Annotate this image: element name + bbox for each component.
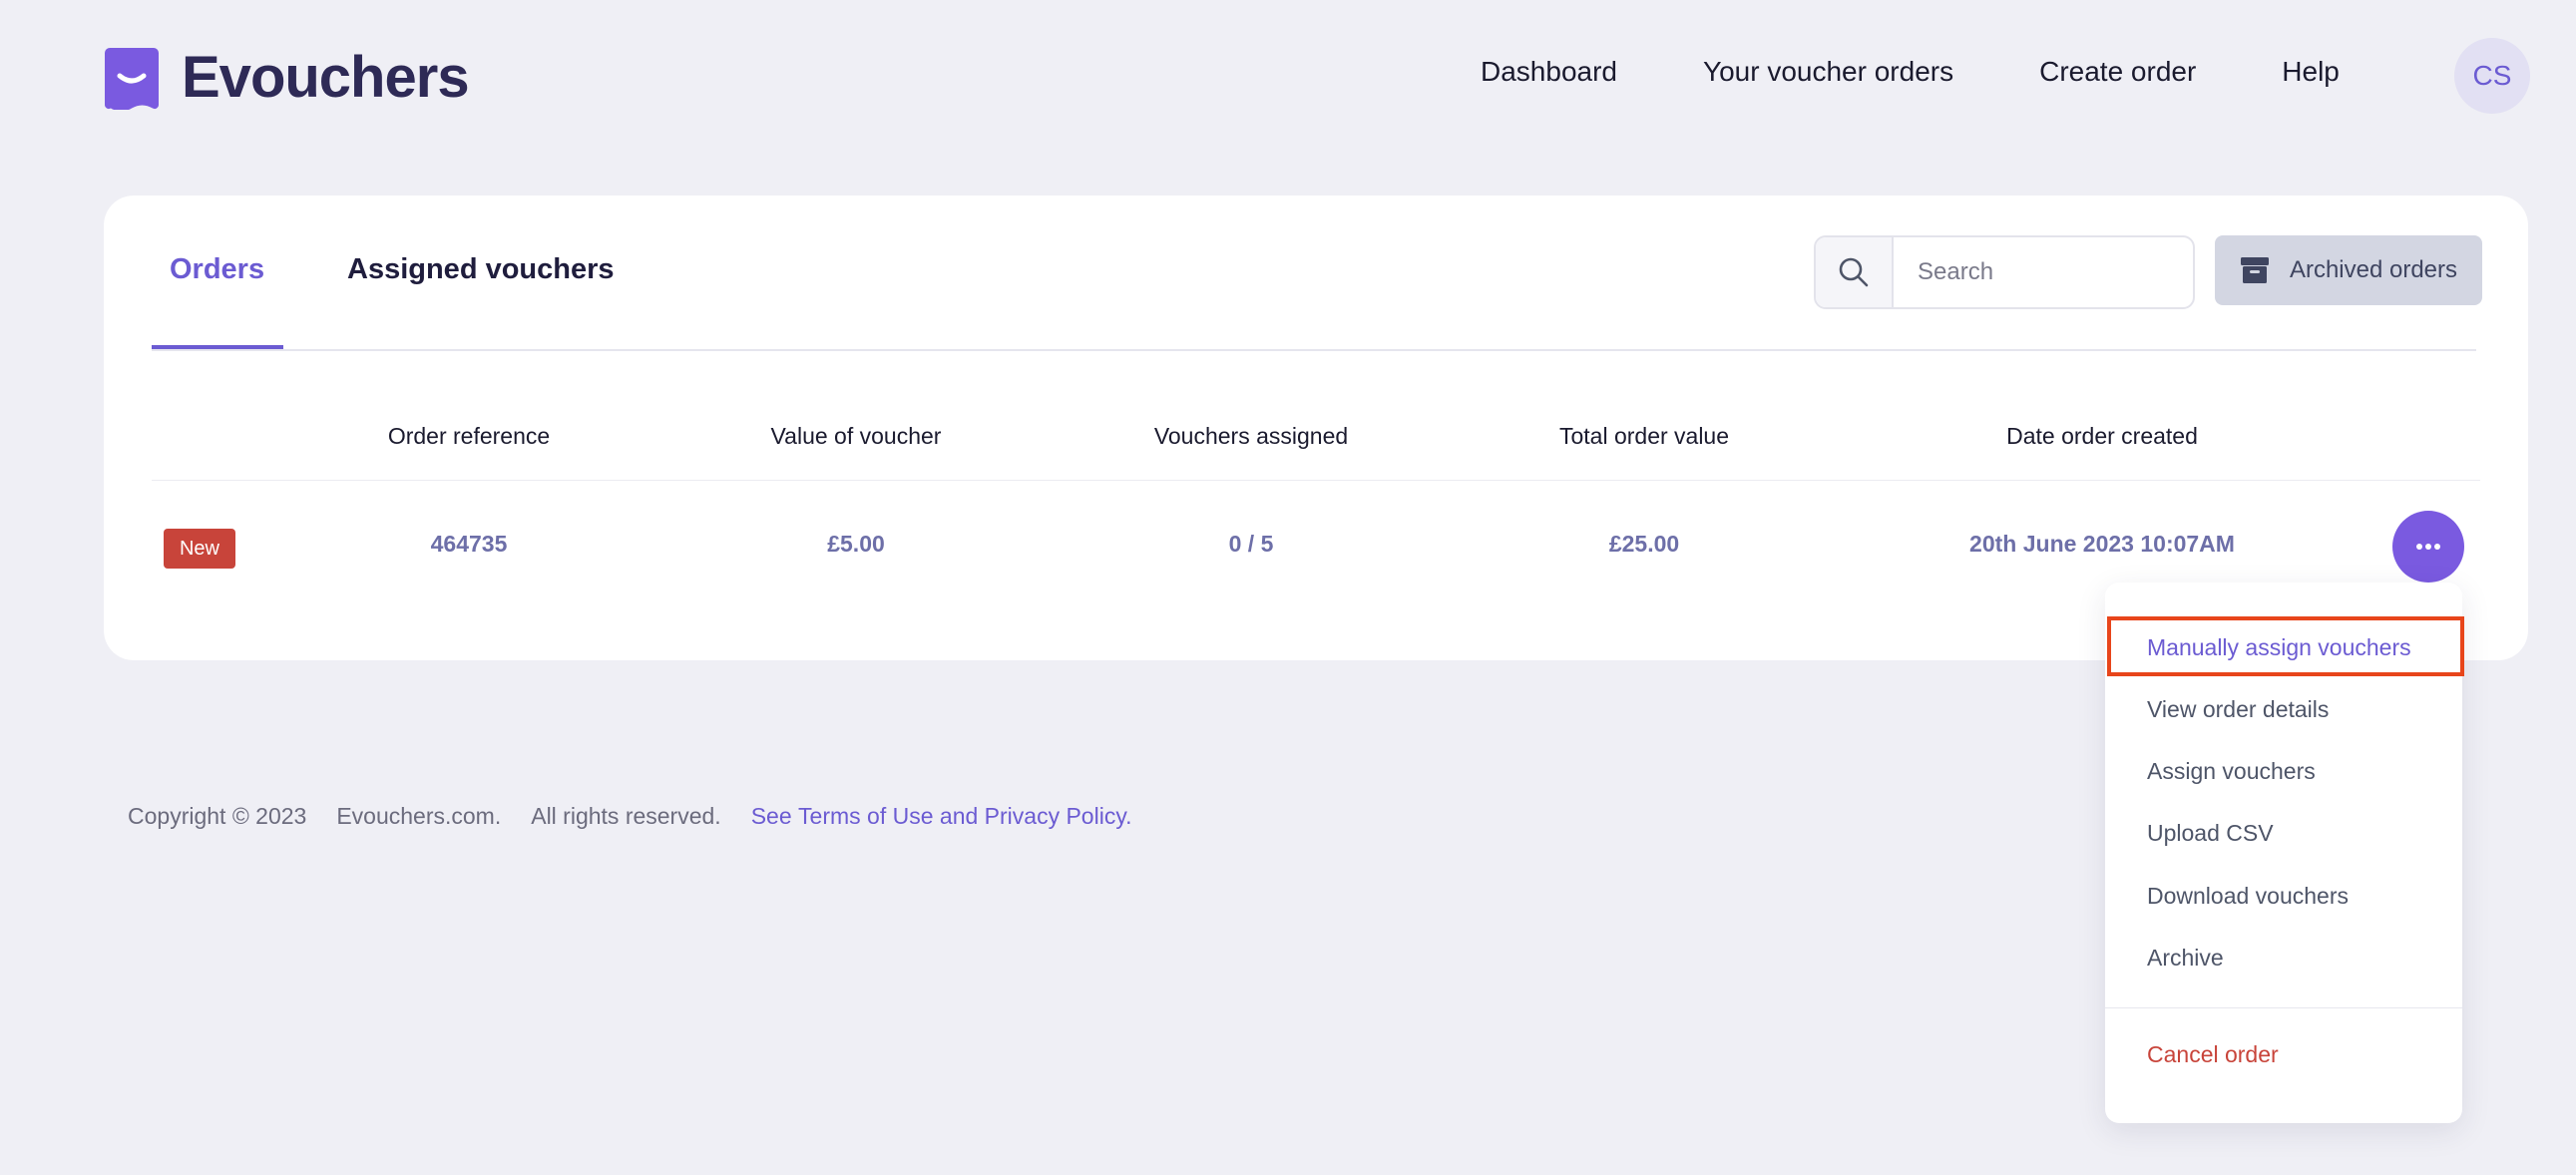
logo[interactable]: Evouchers <box>104 44 470 111</box>
highlight-box <box>2107 616 2464 676</box>
col-date-order-created: Date order created <box>2006 423 2198 449</box>
evouchers-logo-icon <box>104 47 160 110</box>
menu-assign-vouchers[interactable]: Assign vouchers <box>2147 758 2316 785</box>
menu-archive[interactable]: Archive <box>2147 945 2224 972</box>
brand-name: Evouchers <box>182 45 470 110</box>
status-badge: New <box>164 529 235 569</box>
footer-period: . <box>1125 803 1132 829</box>
search-input[interactable] <box>1894 237 2189 307</box>
nav-dashboard[interactable]: Dashboard <box>1481 56 1617 88</box>
top-nav: Dashboard Your voucher orders Create ord… <box>1481 56 2340 88</box>
tab-assigned-vouchers[interactable]: Assigned vouchers <box>347 253 615 286</box>
header-divider <box>152 480 2480 481</box>
archived-orders-button[interactable]: Archived orders <box>2215 235 2482 305</box>
col-vouchers-assigned: Vouchers assigned <box>1153 423 1349 449</box>
footer-site: Evouchers.com. <box>336 803 502 829</box>
footer-see: See Terms of Use and Privacy Policy. <box>751 803 1132 830</box>
row-actions-button[interactable] <box>2392 511 2464 583</box>
privacy-policy-link[interactable]: Privacy Policy <box>985 803 1125 829</box>
nav-voucher-orders[interactable]: Your voucher orders <box>1703 56 1953 88</box>
search-box <box>1814 235 2195 309</box>
footer-rights: All rights reserved. <box>531 803 721 829</box>
nav-create-order[interactable]: Create order <box>2039 56 2196 88</box>
footer: Copyright © 2023 Evouchers.com. All righ… <box>128 803 1132 830</box>
active-tab-indicator <box>152 345 283 349</box>
more-horizontal-icon <box>2416 544 2440 550</box>
menu-view-order-details[interactable]: View order details <box>2147 696 2329 723</box>
user-avatar[interactable]: CS <box>2454 38 2530 114</box>
archived-orders-label: Archived orders <box>2289 256 2458 283</box>
menu-download-vouchers[interactable]: Download vouchers <box>2147 883 2349 910</box>
order-reference-cell[interactable]: 464735 <box>431 531 508 558</box>
nav-help[interactable]: Help <box>2282 56 2340 88</box>
menu-upload-csv[interactable]: Upload CSV <box>2147 820 2274 847</box>
col-total-order-value: Total order value <box>1558 423 1730 449</box>
total-order-value-cell: £25.00 <box>1608 531 1680 557</box>
vouchers-assigned-cell: 0 / 5 <box>1228 531 1274 557</box>
value-of-voucher-cell: £5.00 <box>827 531 885 557</box>
tab-orders[interactable]: Orders <box>170 253 264 286</box>
archive-box-icon <box>2240 257 2269 283</box>
search-button[interactable] <box>1816 237 1894 307</box>
footer-see-text: See <box>750 803 792 829</box>
date-created-cell: 20th June 2023 10:07AM <box>1969 531 2235 557</box>
menu-cancel-order[interactable]: Cancel order <box>2147 1041 2279 1068</box>
terms-of-use-link[interactable]: Terms of Use <box>798 803 933 829</box>
col-order-reference: Order reference <box>387 423 551 449</box>
menu-divider <box>2105 1007 2462 1008</box>
search-icon <box>1839 257 1869 287</box>
col-value-of-voucher: Value of voucher <box>770 423 942 449</box>
footer-and-text: and <box>939 803 979 829</box>
footer-copyright: Copyright © 2023 <box>128 803 307 829</box>
